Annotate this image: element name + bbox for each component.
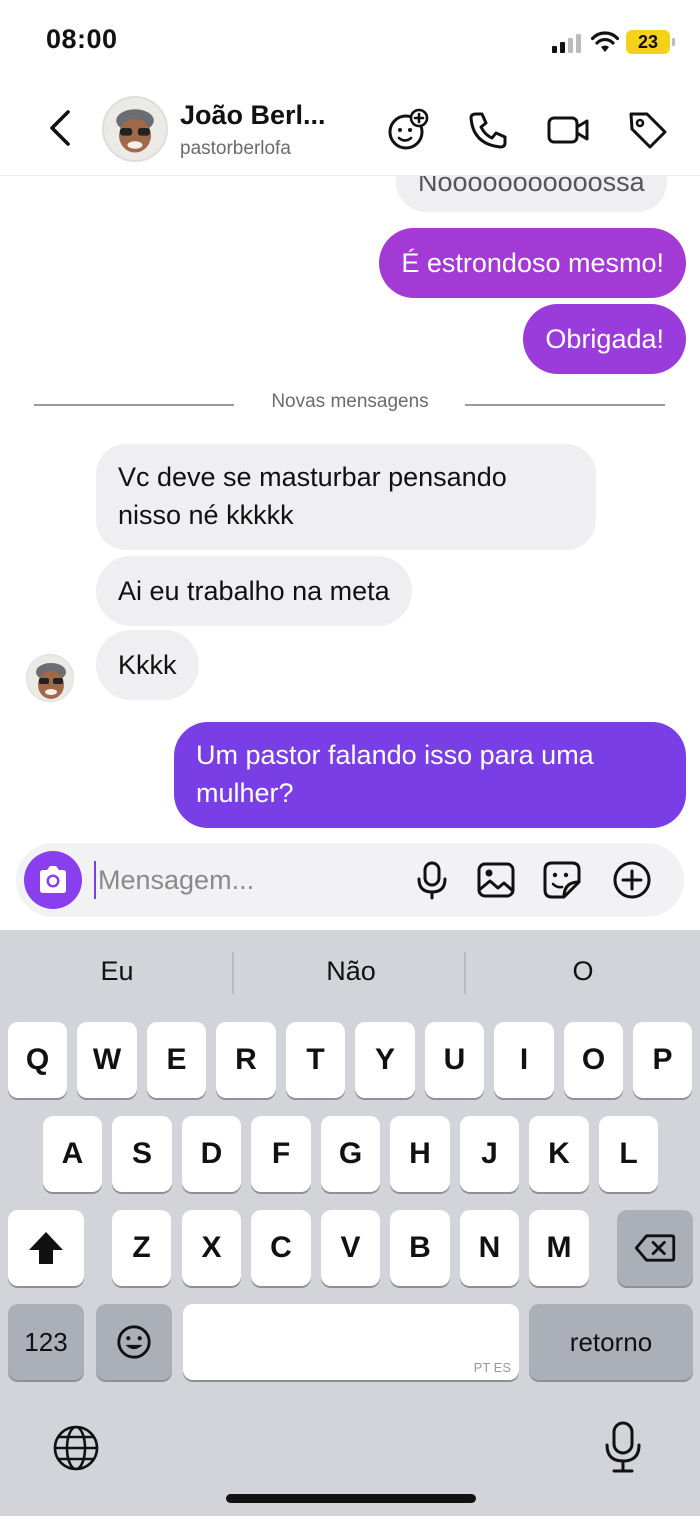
divider-line-right — [465, 404, 665, 406]
key-u[interactable]: U — [425, 1022, 484, 1098]
key-s[interactable]: S — [112, 1116, 172, 1192]
key-p[interactable]: P — [633, 1022, 692, 1098]
key-x[interactable]: X — [182, 1210, 241, 1286]
message-text: É estrondoso mesmo! — [401, 248, 664, 278]
key-k[interactable]: K — [529, 1116, 589, 1192]
plus-circle-icon[interactable] — [612, 860, 652, 900]
contact-avatar[interactable] — [102, 96, 168, 162]
message-text: Ai eu trabalho na meta — [118, 576, 390, 606]
key-j[interactable]: J — [460, 1116, 519, 1192]
globe-icon[interactable] — [52, 1424, 100, 1472]
key-w[interactable]: W — [77, 1022, 137, 1098]
divider-line-left — [34, 404, 234, 406]
video-icon[interactable] — [546, 108, 590, 152]
incoming-message-cut[interactable]: Nooooooooooossa — [396, 176, 667, 212]
space-key[interactable]: PT ES — [183, 1304, 519, 1380]
numbers-key[interactable]: 123 — [8, 1304, 84, 1380]
space-language-hint: PT ES — [473, 1360, 511, 1375]
key-v[interactable]: V — [321, 1210, 380, 1286]
outgoing-message[interactable]: Obrigada! — [523, 304, 686, 374]
message-thread[interactable]: Nooooooooooossa É estrondoso mesmo! Obri… — [0, 176, 700, 840]
key-d[interactable]: D — [182, 1116, 241, 1192]
message-text: Kkkk — [118, 650, 177, 680]
outgoing-message[interactable]: É estrondoso mesmo! — [379, 228, 686, 298]
key-l[interactable]: L — [599, 1116, 658, 1192]
keyboard: Eu Não O Q W E R T Y U I O P A S D F G H… — [0, 930, 700, 1516]
key-h[interactable]: H — [390, 1116, 450, 1192]
outgoing-message[interactable]: Um pastor falando isso para uma mulher? — [174, 722, 686, 828]
key-e[interactable]: E — [147, 1022, 206, 1098]
status-bar: 08:00 23 — [0, 0, 700, 80]
sticker-icon[interactable] — [542, 860, 582, 900]
suggestion-2[interactable]: Não — [234, 956, 468, 987]
back-chevron-icon[interactable] — [44, 110, 76, 146]
chat-header: João Berl... pastorberlofa — [0, 80, 700, 176]
incoming-message[interactable]: Kkkk — [96, 630, 199, 700]
return-key[interactable]: retorno — [529, 1304, 693, 1380]
message-composer — [16, 843, 684, 917]
sender-avatar[interactable] — [26, 654, 74, 702]
message-text: Nooooooooooossa — [418, 176, 645, 197]
key-b[interactable]: B — [390, 1210, 450, 1286]
backspace-icon — [634, 1234, 676, 1262]
key-c[interactable]: C — [251, 1210, 311, 1286]
wifi-icon — [590, 31, 620, 52]
message-text-line: Um pastor falando isso para uma — [196, 740, 594, 770]
key-n[interactable]: N — [460, 1210, 519, 1286]
message-text-line: mulher? — [196, 778, 294, 808]
key-q[interactable]: Q — [8, 1022, 67, 1098]
incoming-message[interactable]: Ai eu trabalho na meta — [96, 556, 412, 626]
message-text-line: nisso né kkkkk — [118, 500, 294, 530]
key-m[interactable]: M — [529, 1210, 589, 1286]
backspace-key[interactable] — [617, 1210, 693, 1286]
key-f[interactable]: F — [251, 1116, 311, 1192]
key-g[interactable]: G — [321, 1116, 380, 1192]
emoji-key[interactable] — [96, 1304, 172, 1380]
camera-button[interactable] — [24, 851, 82, 909]
key-y[interactable]: Y — [355, 1022, 415, 1098]
incoming-message[interactable]: Vc deve se masturbar pensando nisso né k… — [96, 444, 596, 550]
status-time: 08:00 — [46, 24, 118, 54]
key-z[interactable]: Z — [112, 1210, 171, 1286]
contact-name[interactable]: João Berl... — [180, 100, 326, 131]
avatar-photo — [27, 655, 73, 701]
home-indicator — [226, 1494, 476, 1503]
shift-icon — [29, 1232, 63, 1264]
emoji-icon — [117, 1325, 151, 1359]
shift-key[interactable] — [8, 1210, 84, 1286]
key-t[interactable]: T — [286, 1022, 345, 1098]
message-input[interactable] — [94, 861, 394, 899]
dictation-mic-icon[interactable] — [602, 1420, 644, 1474]
message-text-line: Vc deve se masturbar pensando — [118, 462, 507, 492]
key-i[interactable]: I — [494, 1022, 554, 1098]
image-icon[interactable] — [476, 860, 516, 900]
add-effects-icon[interactable] — [386, 108, 430, 152]
key-a[interactable]: A — [43, 1116, 102, 1192]
key-o[interactable]: O — [564, 1022, 623, 1098]
avatar-photo — [104, 98, 166, 160]
camera-icon — [40, 866, 66, 893]
tag-icon[interactable] — [626, 108, 670, 152]
suggestion-1[interactable]: Eu — [0, 956, 234, 987]
contact-handle[interactable]: pastorberlofa — [180, 138, 291, 160]
phone-icon[interactable] — [466, 108, 510, 152]
microphone-icon[interactable] — [412, 860, 452, 900]
battery-indicator: 23 — [626, 30, 675, 54]
key-r[interactable]: R — [216, 1022, 276, 1098]
suggestion-3[interactable]: O — [466, 956, 700, 987]
message-text: Obrigada! — [545, 324, 664, 354]
cellular-signal-icon — [552, 34, 581, 53]
new-messages-divider: Novas mensagens — [271, 391, 429, 412]
